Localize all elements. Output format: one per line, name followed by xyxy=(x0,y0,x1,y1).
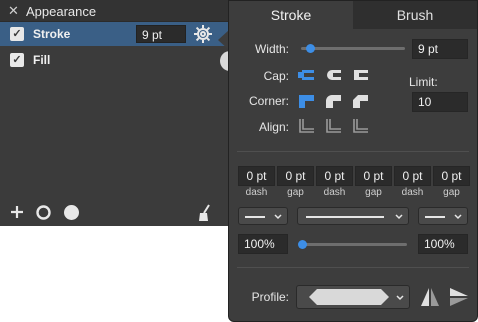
appearance-toolbar xyxy=(0,200,236,226)
chevron-down-icon xyxy=(274,214,282,220)
gap-field-1[interactable]: 0 pt xyxy=(277,166,314,186)
add-icon[interactable] xyxy=(9,204,25,220)
chevron-down-icon xyxy=(454,214,462,220)
dash-label-3: dash xyxy=(401,187,424,198)
flip-horizontal-icon[interactable] xyxy=(419,286,441,308)
width-slider-knob[interactable] xyxy=(306,44,316,53)
end-scale-field[interactable]: 100% xyxy=(418,234,468,254)
divider xyxy=(237,267,469,268)
tab-brush[interactable]: Brush xyxy=(353,1,477,29)
round-cap-icon[interactable] xyxy=(323,66,343,84)
gap-label-2: gap xyxy=(365,187,382,198)
dash-field-2[interactable]: 0 pt xyxy=(316,166,353,186)
scale-slider[interactable] xyxy=(299,243,407,246)
align-outside-icon[interactable] xyxy=(350,117,370,135)
divider xyxy=(237,151,469,152)
line-preview xyxy=(306,216,384,218)
stroke-popover: Stroke Brush Width: 9 pt Cap: Limit: 10 … xyxy=(228,0,478,322)
width-field[interactable]: 9 pt xyxy=(412,39,468,59)
limit-label: Limit: xyxy=(409,75,438,89)
end-arrowhead-dropdown[interactable] xyxy=(418,207,468,225)
panel-title: Appearance xyxy=(26,4,97,19)
chevron-down-icon xyxy=(396,295,404,301)
bevel-join-icon[interactable] xyxy=(350,92,370,110)
fill-row-label: Fill xyxy=(33,53,51,67)
width-slider[interactable] xyxy=(301,47,405,50)
circle-outline-icon[interactable] xyxy=(35,204,52,221)
dash-label-1: dash xyxy=(245,187,268,198)
miter-join-icon[interactable] xyxy=(296,92,316,110)
line-preview xyxy=(245,216,265,218)
limit-field[interactable]: 10 xyxy=(412,92,468,112)
corner-label: Corner: xyxy=(248,94,289,108)
stroke-row[interactable]: ✓ Stroke 9 pt xyxy=(0,22,236,46)
butt-cap-icon[interactable] xyxy=(296,66,316,84)
round-join-icon[interactable] xyxy=(323,92,343,110)
stroke-row-label: Stroke xyxy=(33,27,71,41)
dash-field-1[interactable]: 0 pt xyxy=(238,166,275,186)
stroke-checkbox[interactable]: ✓ xyxy=(10,27,24,41)
start-arrowhead-dropdown[interactable] xyxy=(238,207,288,225)
fill-row[interactable]: ✓ Fill xyxy=(0,48,236,72)
circle-filled-icon[interactable] xyxy=(63,204,80,221)
panel-title-bar: ✕ Appearance xyxy=(0,0,236,22)
align-label: Align: xyxy=(258,120,289,134)
appearance-panel: ✕ Appearance ✓ Stroke 9 pt ✓ Fill xyxy=(0,0,240,226)
gap-label-1: gap xyxy=(287,187,304,198)
cap-label: Cap: xyxy=(263,69,289,83)
profile-label: Profile: xyxy=(251,290,289,304)
flip-vertical-icon[interactable] xyxy=(448,286,470,308)
align-inside-icon[interactable] xyxy=(296,117,316,135)
profile-dropdown[interactable] xyxy=(296,285,410,309)
align-center-icon[interactable] xyxy=(323,117,343,135)
scale-slider-knob[interactable] xyxy=(298,240,307,249)
dash-pattern-dropdown[interactable] xyxy=(297,207,409,225)
close-icon[interactable]: ✕ xyxy=(8,3,19,19)
stroke-width-field[interactable]: 9 pt xyxy=(136,25,186,43)
gear-icon[interactable] xyxy=(193,24,213,44)
width-label: Width: xyxy=(254,42,289,56)
square-cap-icon[interactable] xyxy=(350,66,370,84)
profile-shape-preview xyxy=(309,289,389,305)
fill-checkbox[interactable]: ✓ xyxy=(10,53,24,67)
gap-field-3[interactable]: 0 pt xyxy=(433,166,470,186)
chevron-down-icon xyxy=(395,214,403,220)
brush-icon[interactable] xyxy=(196,203,214,223)
gap-field-2[interactable]: 0 pt xyxy=(355,166,392,186)
gap-label-3: gap xyxy=(443,187,460,198)
line-preview xyxy=(425,216,445,218)
dash-field-3[interactable]: 0 pt xyxy=(394,166,431,186)
start-scale-field[interactable]: 100% xyxy=(238,234,288,254)
dash-label-2: dash xyxy=(323,187,346,198)
tab-stroke[interactable]: Stroke xyxy=(229,1,353,29)
